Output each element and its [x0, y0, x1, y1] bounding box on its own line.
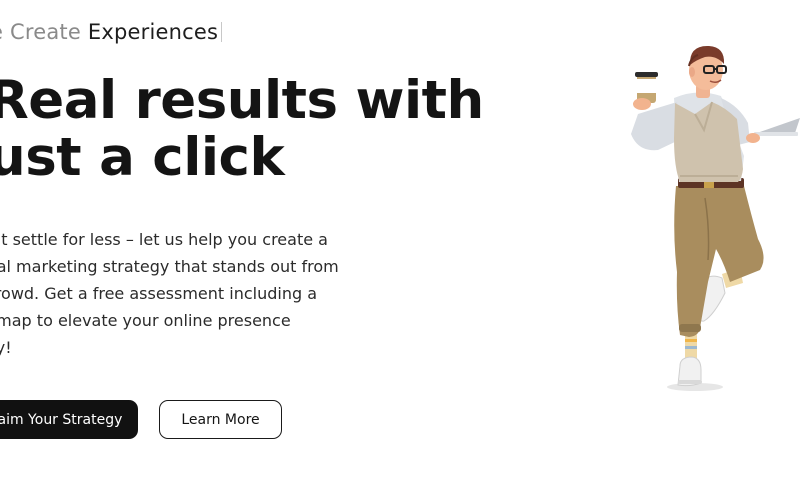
- typing-cursor: [221, 22, 223, 42]
- description-line: n’t settle for less – let us help you cr…: [0, 230, 328, 249]
- learn-more-label: Learn More: [181, 411, 260, 428]
- headline-line-1: Real results with: [0, 70, 484, 131]
- description-line: dmap to elevate your online presence: [0, 311, 291, 330]
- description-line: ital marketing strategy that stands out …: [0, 257, 339, 276]
- learn-more-button[interactable]: Learn More: [159, 400, 282, 439]
- description-line: crowd. Get a free assessment including a: [0, 284, 318, 303]
- headline-line-2: ust a click: [0, 127, 285, 188]
- claim-strategy-label: laim Your Strategy: [0, 411, 123, 428]
- description-line: ay!: [0, 338, 12, 357]
- hero-description: n’t settle for less – let us help you cr…: [0, 226, 386, 361]
- tagline: e Create Experiences: [0, 20, 223, 44]
- tagline-prefix: e Create: [0, 20, 81, 44]
- claim-strategy-button[interactable]: laim Your Strategy: [0, 400, 138, 439]
- hero-section: e Create Experiences Real results with u…: [0, 0, 800, 480]
- tagline-highlight: Experiences: [87, 20, 219, 44]
- man-with-coffee-and-laptop-illustration: [631, 45, 800, 391]
- page-title: Real results with ust a click: [0, 72, 484, 186]
